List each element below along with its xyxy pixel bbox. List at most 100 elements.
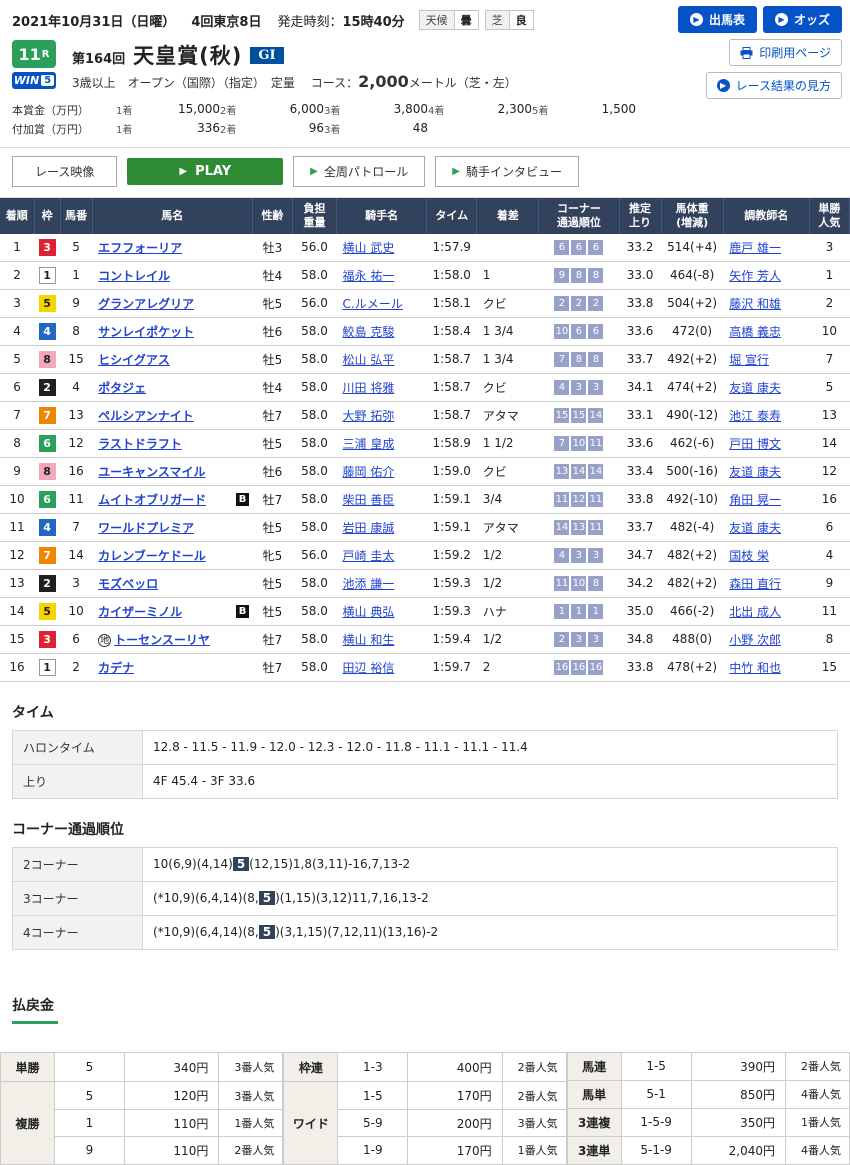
start-time-label: 発走時刻： bbox=[277, 15, 342, 30]
horse-name-link[interactable]: ユーキャンスマイル bbox=[98, 465, 205, 479]
trainer-link[interactable]: 北出 成人 bbox=[729, 605, 781, 619]
result-guide-button[interactable]: ▶ レース結果の見方 bbox=[706, 72, 842, 99]
horse-name-link[interactable]: サンレイポケット bbox=[98, 325, 194, 339]
estimated-last-3f: 33.1 bbox=[619, 401, 661, 429]
estimated-last-3f: 33.6 bbox=[619, 317, 661, 345]
jockey-link[interactable]: C.ルメール bbox=[343, 297, 403, 311]
jockey-interview-label: 騎手インタビュー bbox=[466, 163, 562, 180]
trainer-link[interactable]: 友道 康夫 bbox=[729, 465, 781, 479]
column-header: 着順 bbox=[0, 198, 34, 234]
jockey-cell: 藤岡 佑介 bbox=[337, 457, 427, 485]
corner-position-box: 12 bbox=[571, 492, 586, 507]
jockey-link[interactable]: 戸崎 圭太 bbox=[343, 549, 395, 563]
corner-row-label: 4コーナー bbox=[13, 915, 143, 949]
column-header: コーナー 通過順位 bbox=[539, 198, 619, 234]
horse-name-link[interactable]: ワールドプレミア bbox=[98, 521, 194, 535]
horse-weight: 482(+2) bbox=[661, 541, 723, 569]
trainer-link[interactable]: 中竹 和也 bbox=[729, 661, 781, 675]
prize-row: 付加賞（万円）1着3362着963着48 bbox=[12, 121, 838, 137]
jockey-link[interactable]: 大野 拓弥 bbox=[343, 409, 395, 423]
trainer-link[interactable]: 堀 宣行 bbox=[729, 353, 769, 367]
payout-type-label: 3連単 bbox=[567, 1136, 621, 1164]
trainer-link[interactable]: 森田 直行 bbox=[729, 577, 781, 591]
trainer-link[interactable]: 国枝 栄 bbox=[729, 549, 769, 563]
course-distance: 2,000 bbox=[358, 72, 409, 91]
carried-weight: 56.0 bbox=[292, 541, 336, 569]
margin: 1 3/4 bbox=[477, 317, 539, 345]
horse-name-link[interactable]: コントレイル bbox=[98, 269, 170, 283]
win-popularity: 2 bbox=[809, 289, 849, 317]
jockey-link[interactable]: 藤岡 佑介 bbox=[343, 465, 395, 479]
trainer-link[interactable]: 鹿戸 雄一 bbox=[729, 241, 781, 255]
corner-position-box: 3 bbox=[588, 632, 603, 647]
trainer-link[interactable]: 矢作 芳人 bbox=[729, 269, 781, 283]
race-video-label[interactable]: レース映像 bbox=[12, 156, 117, 187]
horse-name-link[interactable]: カデナ bbox=[98, 661, 134, 675]
race-conditions-text: 3歳以上 オープン（国際）（指定） 定量 bbox=[72, 76, 295, 90]
trainer-link[interactable]: 戸田 博文 bbox=[729, 437, 781, 451]
trainer-link[interactable]: 小野 次郎 bbox=[729, 633, 781, 647]
jockey-link[interactable]: 鮫島 克駿 bbox=[343, 325, 395, 339]
trainer-link[interactable]: 高橋 義忠 bbox=[729, 325, 781, 339]
payout-popularity: 4番人気 bbox=[785, 1080, 849, 1108]
jockey-link[interactable]: 川田 将雅 bbox=[343, 381, 395, 395]
odds-button[interactable]: ▶ オッズ bbox=[763, 6, 842, 33]
play-button[interactable]: ▶ PLAY bbox=[127, 158, 283, 185]
margin: 1 1/2 bbox=[477, 429, 539, 457]
jockey-link[interactable]: 柴田 善臣 bbox=[343, 493, 395, 507]
payout-popularity: 3番人気 bbox=[219, 1052, 283, 1082]
finish-time: 1:59.0 bbox=[427, 457, 477, 485]
local-horse-mark: 地 bbox=[98, 634, 111, 647]
horse-name-cell: カイザーミノルB bbox=[92, 597, 252, 625]
trainer-link[interactable]: 藤沢 和雄 bbox=[729, 297, 781, 311]
weather-label: 天候 bbox=[419, 10, 455, 30]
horse-number: 2 bbox=[60, 653, 92, 681]
horse-name-link[interactable]: ラストドラフト bbox=[98, 437, 182, 451]
horse-weight: 478(+2) bbox=[661, 653, 723, 681]
prize-amount: 6,000 bbox=[290, 102, 324, 117]
horse-name-link[interactable]: ムイトオブリガード bbox=[98, 493, 206, 507]
print-button[interactable]: 印刷用ページ bbox=[729, 39, 842, 66]
payout-type-label: 3連複 bbox=[567, 1108, 621, 1136]
horse-name-link[interactable]: ポタジェ bbox=[98, 381, 146, 395]
jockey-link[interactable]: 三浦 皇成 bbox=[343, 437, 395, 451]
jockey-interview-button[interactable]: ▶ 騎手インタビュー bbox=[435, 156, 579, 187]
corner-positions: 222 bbox=[539, 289, 619, 317]
horse-name-link[interactable]: ヒシイグアス bbox=[98, 353, 170, 367]
jockey-link[interactable]: 横山 典弘 bbox=[343, 605, 395, 619]
carried-weight: 58.0 bbox=[292, 513, 336, 541]
payout-combination: 5-1-9 bbox=[621, 1136, 691, 1164]
jockey-link[interactable]: 田辺 裕信 bbox=[343, 661, 395, 675]
horse-name-link[interactable]: グランアレグリア bbox=[98, 297, 194, 311]
jockey-link[interactable]: 岩田 康誠 bbox=[343, 521, 395, 535]
horse-name-link[interactable]: エフフォーリア bbox=[98, 241, 182, 255]
horse-name-link[interactable]: トーセンスーリヤ bbox=[114, 633, 210, 647]
payout-amount: 200円 bbox=[408, 1109, 502, 1136]
jockey-link[interactable]: 横山 和生 bbox=[343, 633, 395, 647]
trainer-link[interactable]: 池江 泰寿 bbox=[729, 409, 781, 423]
trainer-link[interactable]: 角田 晃一 bbox=[729, 493, 781, 507]
jockey-link[interactable]: 松山 弘平 bbox=[343, 353, 395, 367]
horse-name-link[interactable]: カイザーミノル bbox=[98, 605, 182, 619]
trainer-link[interactable]: 友道 康夫 bbox=[729, 521, 781, 535]
horse-name-link[interactable]: ペルシアンナイト bbox=[98, 409, 194, 423]
jockey-link[interactable]: 横山 武史 bbox=[343, 241, 395, 255]
horse-name-link[interactable]: カレンブーケドール bbox=[98, 549, 206, 563]
time-tbody: ハロンタイム12.8 - 11.5 - 11.9 - 12.0 - 12.3 -… bbox=[13, 730, 838, 798]
estimated-last-3f: 34.8 bbox=[619, 625, 661, 653]
frame-cell: 6 bbox=[34, 429, 60, 457]
horse-name-link[interactable]: モズベッロ bbox=[98, 577, 158, 591]
payout-amount: 350円 bbox=[691, 1108, 785, 1136]
chevron-circle-icon: ▶ bbox=[690, 13, 703, 26]
jockey-link[interactable]: 福永 祐一 bbox=[343, 269, 395, 283]
corner-positions: 141311 bbox=[539, 513, 619, 541]
patrol-video-button[interactable]: ▶ 全周パトロール bbox=[293, 156, 425, 187]
trainer-link[interactable]: 友道 康夫 bbox=[729, 381, 781, 395]
corner-position-box: 11 bbox=[588, 436, 603, 451]
jockey-link[interactable]: 池添 謙一 bbox=[343, 577, 395, 591]
finish-time: 1:58.7 bbox=[427, 373, 477, 401]
play-button-label: PLAY bbox=[195, 164, 231, 179]
results-tbody: 135エフフォーリア牡356.0横山 武史1:57.966633.2514(+4… bbox=[0, 234, 850, 682]
win-popularity: 3 bbox=[809, 234, 849, 262]
entries-button[interactable]: ▶ 出馬表 bbox=[678, 6, 757, 33]
